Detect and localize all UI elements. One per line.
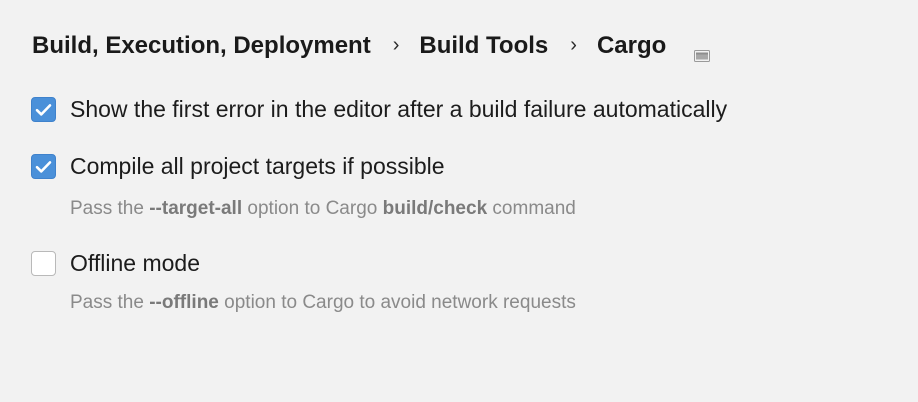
breadcrumb-item-cargo: Cargo	[596, 32, 667, 59]
offline-mode-label[interactable]: Offline mode	[70, 250, 200, 277]
compile-all-targets-label[interactable]: Compile all project targets if possible	[70, 153, 445, 180]
layout-toggle-icon[interactable]	[694, 41, 711, 62]
breadcrumb-item-build-tools[interactable]: Build Tools	[419, 32, 548, 60]
hint-flag: --offline	[149, 292, 219, 313]
hint-text: option to Cargo to avoid network request…	[218, 292, 576, 313]
breadcrumb-separator: ›	[570, 33, 577, 56]
offline-mode-hint: Pass the --offline option to Cargo to av…	[70, 292, 576, 314]
hint-text: Pass the	[70, 292, 150, 313]
option-compile-all-targets[interactable]: Compile all project targets if possible	[31, 153, 445, 180]
breadcrumb: Build, Execution, Deployment › Build Too…	[32, 28, 711, 64]
breadcrumb-item-build-execution-deployment[interactable]: Build, Execution, Deployment	[32, 32, 371, 60]
show-first-error-label[interactable]: Show the first error in the editor after…	[70, 96, 727, 123]
compile-all-targets-hint: Pass the --target-all option to Cargo bu…	[70, 198, 576, 220]
hint-flag: --target-all	[149, 198, 243, 219]
breadcrumb-separator: ›	[392, 33, 400, 56]
checkmark-icon	[35, 160, 52, 173]
option-show-first-error[interactable]: Show the first error in the editor after…	[31, 96, 727, 123]
hint-text: option to Cargo	[242, 198, 383, 219]
hint-commands: build/check	[382, 198, 488, 219]
compile-all-targets-checkbox[interactable]	[31, 154, 56, 179]
offline-mode-checkbox[interactable]	[31, 251, 56, 276]
show-first-error-checkbox[interactable]	[31, 97, 56, 122]
hint-text: command	[487, 198, 576, 219]
option-offline-mode[interactable]: Offline mode	[31, 250, 200, 277]
checkmark-icon	[35, 103, 52, 116]
hint-text: Pass the	[70, 198, 150, 219]
